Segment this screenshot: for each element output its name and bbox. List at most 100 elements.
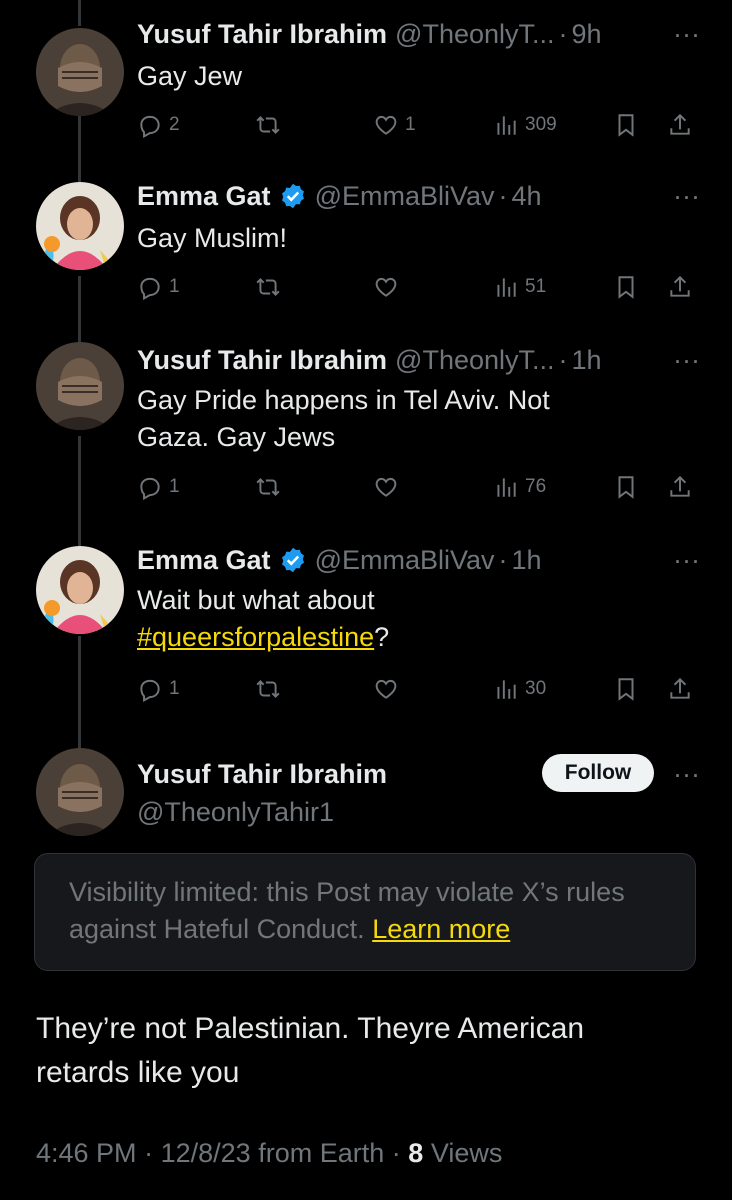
retweet-button[interactable] [255, 470, 287, 504]
notice-text: Visibility limited: this Post may violat… [69, 877, 625, 944]
retweet-button[interactable] [255, 672, 287, 706]
separator: · [391, 1138, 401, 1168]
retweet-button[interactable] [255, 108, 287, 142]
views-icon [497, 478, 516, 497]
visibility-notice: Visibility limited: this Post may violat… [34, 853, 696, 971]
more-icon[interactable]: ··· [673, 540, 700, 580]
bookmark-button[interactable] [613, 108, 639, 142]
avatar[interactable] [36, 182, 124, 270]
more-icon[interactable]: ··· [673, 340, 700, 380]
author-handle[interactable]: @EmmaBliVav [315, 181, 495, 212]
like-icon [375, 115, 397, 135]
author-name[interactable]: Emma Gat [137, 181, 271, 212]
tweet-header: Emma Gat @EmmaBliVav · 4h ··· [137, 176, 700, 216]
share-button[interactable] [667, 672, 693, 706]
post-date[interactable]: 12/8/23 [161, 1138, 251, 1168]
bookmark-icon [618, 476, 634, 499]
timestamp[interactable]: 9h [572, 19, 602, 50]
views-count: 76 [525, 476, 547, 497]
tweet[interactable]: Emma Gat @EmmaBliVav · 1h ··· Wait but w… [0, 540, 732, 740]
tweet[interactable]: Yusuf Tahir Ibrahim @TheonlyT... · 9h ··… [0, 0, 732, 160]
author-name[interactable]: Yusuf Tahir Ibrahim [137, 345, 387, 376]
reply-button[interactable]: 1 [137, 270, 180, 304]
reply-count: 1 [169, 276, 180, 297]
reply-icon [140, 679, 160, 702]
tweet-text: Gay Muslim! [137, 223, 288, 253]
avatar[interactable] [36, 748, 124, 836]
share-button[interactable] [667, 108, 693, 142]
views-count[interactable]: 8 [408, 1138, 423, 1168]
like-button[interactable]: 1 [373, 108, 416, 142]
retweet-icon [256, 478, 280, 496]
author-name[interactable]: Yusuf Tahir Ibrahim [137, 759, 387, 790]
author-handle[interactable]: @TheonlyT... [395, 19, 554, 50]
share-button[interactable] [667, 470, 693, 504]
follow-button[interactable]: Follow [542, 754, 654, 792]
like-button[interactable] [373, 672, 405, 706]
tweet-text-line: Wait but what about [137, 585, 375, 615]
more-icon[interactable]: ··· [673, 176, 700, 216]
separator: · [498, 180, 508, 211]
avatar[interactable] [36, 342, 124, 430]
main-tweet-text: They’re not Palestinian. Theyre American… [36, 1007, 696, 1095]
bookmark-icon [618, 678, 634, 701]
more-icon[interactable]: ··· [673, 14, 700, 54]
like-icon [375, 277, 397, 297]
learn-more-link[interactable]: Learn more [372, 914, 510, 944]
like-button[interactable] [373, 470, 405, 504]
timestamp[interactable]: 1h [512, 545, 542, 576]
reply-button[interactable]: 2 [137, 108, 180, 142]
avatar[interactable] [36, 546, 124, 634]
more-icon[interactable]: ··· [673, 754, 700, 794]
verified-badge-icon [281, 547, 304, 573]
bookmark-icon [618, 276, 634, 299]
avatar[interactable] [36, 28, 124, 116]
separator: · [558, 344, 568, 375]
tweet-text-line: Gay Pride happens in Tel Aviv. Not [137, 385, 550, 415]
reply-button[interactable]: 1 [137, 672, 180, 706]
author-handle[interactable]: @EmmaBliVav [315, 545, 495, 576]
reply-icon [140, 277, 160, 300]
post-time[interactable]: 4:46 PM [36, 1138, 137, 1168]
timestamp[interactable]: 4h [512, 181, 542, 212]
author-handle[interactable]: @TheonlyT... [395, 345, 554, 376]
author-handle[interactable]: @TheonlyTahir1 [137, 797, 334, 828]
views-button[interactable]: 51 [493, 270, 546, 304]
tweet-text-suffix: ? [374, 622, 390, 652]
like-icon [375, 679, 397, 699]
reply-button[interactable]: 1 [137, 470, 180, 504]
bookmark-button[interactable] [613, 470, 639, 504]
author-name[interactable]: Emma Gat [137, 545, 271, 576]
thread-page: Yusuf Tahir Ibrahim @TheonlyT... · 9h ··… [0, 0, 732, 1200]
main-author-handle-row: @TheonlyTahir1 [137, 792, 552, 832]
tweet[interactable]: Yusuf Tahir Ibrahim @TheonlyT... · 1h ··… [0, 340, 732, 540]
tweet-metadata: 4:46 PM · 12/8/23 from Earth · 8 Views [36, 1138, 502, 1169]
bookmark-button[interactable] [613, 672, 639, 706]
tweet-text: Gay Jew [137, 61, 243, 91]
views-button[interactable]: 76 [493, 470, 546, 504]
share-icon [670, 677, 690, 699]
timestamp[interactable]: 1h [572, 345, 602, 376]
views-button[interactable]: 309 [493, 108, 557, 142]
tweet[interactable]: Emma Gat @EmmaBliVav · 4h ··· Gay Muslim… [0, 160, 732, 340]
main-author-name-row: Yusuf Tahir Ibrahim [137, 754, 552, 794]
share-button[interactable] [667, 270, 693, 304]
action-bar: 1 30 [137, 672, 697, 706]
views-count: 51 [525, 276, 547, 297]
reply-count: 1 [169, 678, 180, 699]
views-button[interactable]: 30 [493, 672, 546, 706]
retweet-button[interactable] [255, 270, 287, 304]
author-name[interactable]: Yusuf Tahir Ibrahim [137, 19, 387, 50]
share-icon [670, 275, 690, 297]
hashtag-link[interactable]: #queersforpalestine [137, 622, 374, 652]
views-icon [497, 680, 516, 699]
tweet-header: Yusuf Tahir Ibrahim @TheonlyT... · 9h ··… [137, 14, 700, 54]
like-button[interactable] [373, 270, 405, 304]
action-bar: 1 76 [137, 470, 697, 504]
tweet-text-line: They’re not Palestinian. Theyre American [36, 1012, 585, 1045]
retweet-icon [256, 116, 280, 134]
tweet-text-line: retards like you [36, 1056, 240, 1089]
reply-icon [140, 115, 160, 138]
tweet-text: Gay Pride happens in Tel Aviv. Not Gaza.… [137, 382, 697, 456]
bookmark-button[interactable] [613, 270, 639, 304]
